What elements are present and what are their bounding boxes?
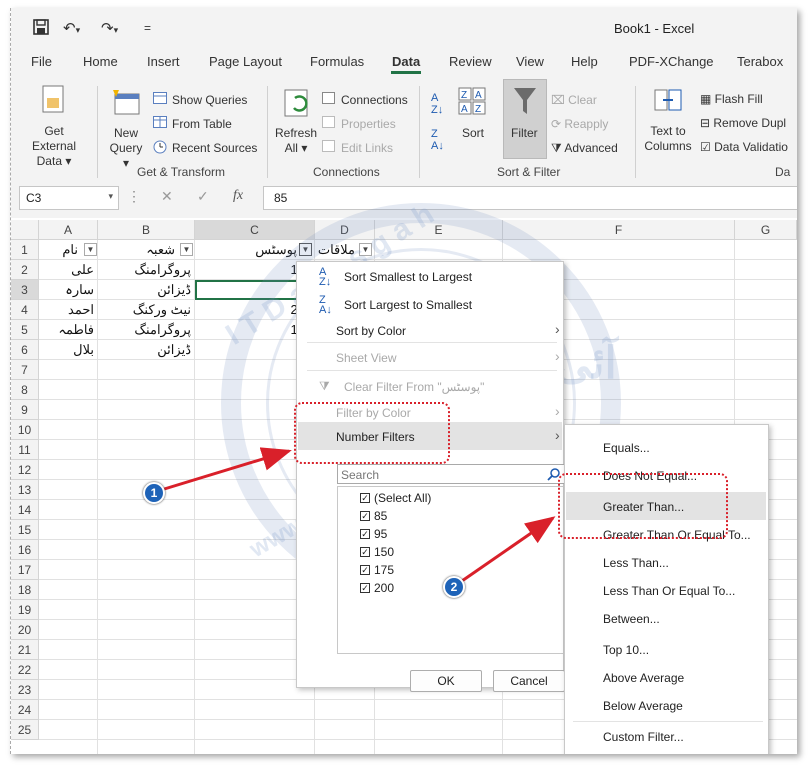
excel-window: ↶▾ ↷▾ = Book1 - Excel File Home Insert P…	[10, 8, 797, 754]
step-marker-2: 2	[443, 576, 465, 598]
annotation-arrows	[160, 447, 556, 585]
step-marker-1: 1	[143, 482, 165, 504]
